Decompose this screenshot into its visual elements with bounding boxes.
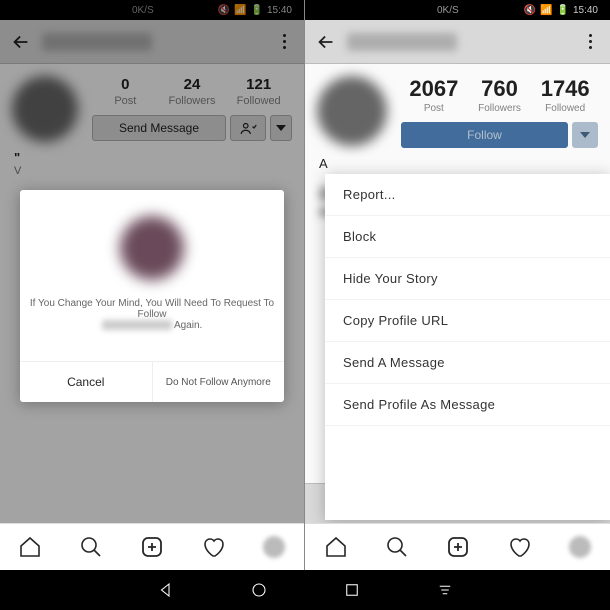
android-nav-bar <box>0 570 610 610</box>
more-options-icon[interactable] <box>580 32 600 52</box>
heart-icon[interactable] <box>200 534 226 560</box>
menu-report[interactable]: Report... <box>325 174 610 216</box>
stat-followers[interactable]: 760Followers <box>467 76 533 114</box>
avatar[interactable] <box>317 76 387 146</box>
dialog-avatar <box>120 216 184 280</box>
android-back-icon[interactable] <box>157 581 175 599</box>
android-home-icon[interactable] <box>250 581 268 599</box>
search-icon[interactable] <box>78 534 104 560</box>
profile-tab-icon[interactable] <box>567 534 593 560</box>
menu-block[interactable]: Block <box>325 216 610 258</box>
profile-username <box>347 33 457 51</box>
options-sheet: Report... Block Hide Your Story Copy Pro… <box>325 174 610 520</box>
back-icon[interactable] <box>315 31 337 53</box>
home-icon[interactable] <box>17 534 43 560</box>
dialog-message: If You Change Your Mind, You Will Need T… <box>20 298 284 331</box>
profile-tab-icon[interactable] <box>261 534 287 560</box>
follow-dropdown-button[interactable] <box>572 122 598 148</box>
unfollow-confirm-button[interactable]: Do Not Follow Anymore <box>152 362 285 402</box>
menu-send-profile[interactable]: Send Profile As Message <box>325 384 610 426</box>
android-menu-icon[interactable] <box>436 581 454 599</box>
stat-posts[interactable]: 2067Post <box>401 76 467 114</box>
app-bar <box>305 20 610 64</box>
add-post-icon[interactable] <box>445 534 471 560</box>
unfollow-dialog: If You Change Your Mind, You Will Need T… <box>20 190 284 402</box>
android-recent-icon[interactable] <box>343 581 361 599</box>
bottom-nav <box>0 523 304 570</box>
cancel-button[interactable]: Cancel <box>20 362 152 402</box>
search-icon[interactable] <box>384 534 410 560</box>
follow-button[interactable]: Follow <box>401 122 568 148</box>
heart-icon[interactable] <box>506 534 532 560</box>
status-bar: 0K/S 🔇📶🔋 15:40 <box>305 0 610 20</box>
menu-copy-url[interactable]: Copy Profile URL <box>325 300 610 342</box>
menu-send-message[interactable]: Send A Message <box>325 342 610 384</box>
add-post-icon[interactable] <box>139 534 165 560</box>
stat-followed[interactable]: 1746Followed <box>532 76 598 114</box>
menu-hide-story[interactable]: Hide Your Story <box>325 258 610 300</box>
home-icon[interactable] <box>323 534 349 560</box>
bottom-nav <box>305 523 610 570</box>
